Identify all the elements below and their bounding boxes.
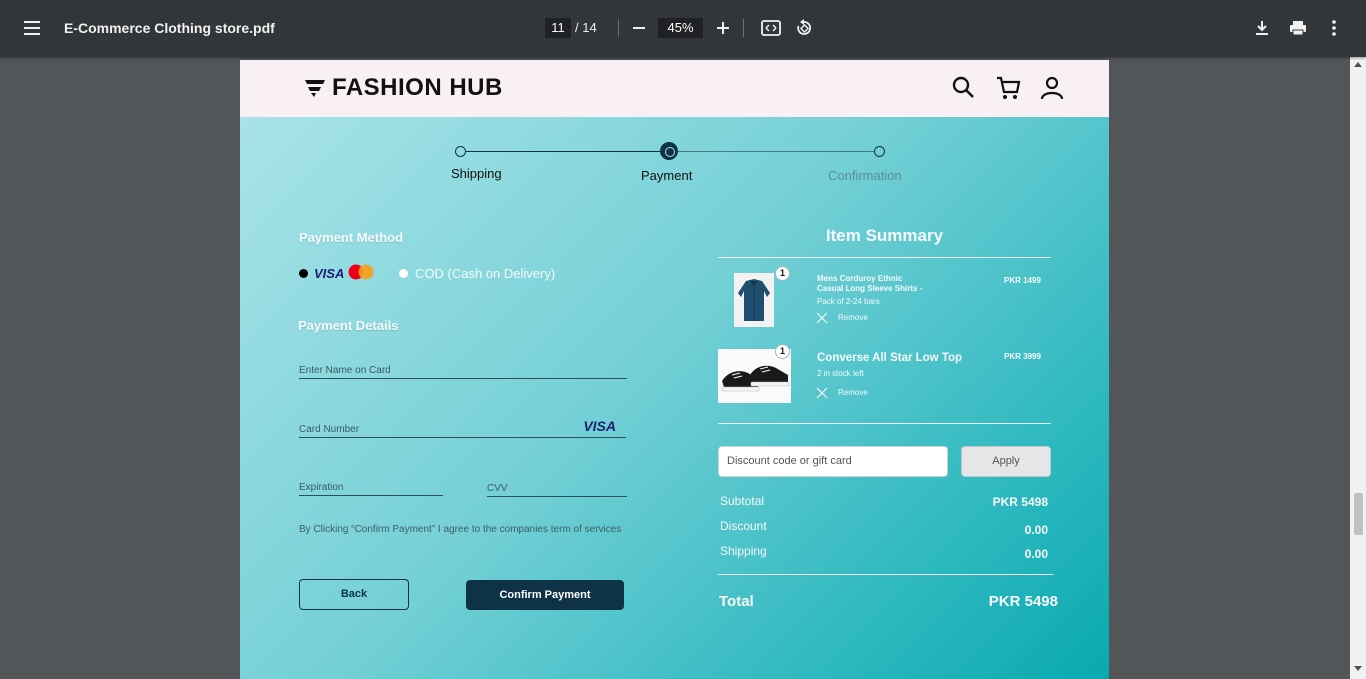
summary-divider — [718, 423, 1051, 424]
step-label-confirmation: Confirmation — [828, 168, 902, 183]
more-options-button[interactable] — [1322, 16, 1346, 40]
zoom-out-button[interactable] — [627, 16, 651, 40]
card-number-field[interactable]: Card Number VISA — [299, 415, 626, 438]
vertical-scrollbar[interactable] — [1350, 57, 1366, 679]
item-qty-badge: 1 — [775, 344, 790, 359]
remove-item-link[interactable]: Remove — [838, 388, 868, 397]
item-price: PKR 3999 — [1004, 352, 1041, 361]
subtotal-value: PKR 5498 — [992, 495, 1048, 509]
minus-icon — [633, 27, 645, 29]
cod-label: COD (Cash on Delivery) — [415, 266, 556, 281]
item-variant: 2 in stock left — [817, 369, 864, 378]
brand-logo-icon — [305, 80, 325, 97]
discount-value: 0.00 — [1024, 523, 1048, 537]
card-name-placeholder: Enter Name on Card — [299, 365, 391, 376]
step-dot-confirmation — [874, 146, 885, 157]
mastercard-icon — [348, 264, 374, 280]
rotate-icon — [797, 19, 812, 35]
item-qty-badge: 1 — [775, 266, 790, 281]
summary-divider — [718, 574, 1053, 575]
zoom-in-button[interactable] — [711, 16, 735, 40]
step-dot-payment — [660, 142, 678, 160]
cvv-field[interactable]: CVV — [487, 475, 627, 497]
visa-label: VISA — [314, 266, 345, 281]
card-number-placeholder: Card Number — [299, 424, 360, 435]
toolbar-divider — [618, 19, 619, 37]
fit-page-button[interactable] — [759, 16, 783, 40]
printer-icon — [1290, 21, 1306, 36]
pdf-toolbar: E-Commerce Clothing store.pdf 11 / 14 45… — [0, 0, 1366, 57]
discount-code-input[interactable]: Discount code or gift card — [718, 446, 948, 477]
brand-name: FASHION HUB — [332, 74, 503, 101]
payment-details-title: Payment Details — [298, 318, 399, 333]
apply-discount-button[interactable]: Apply — [961, 446, 1051, 477]
scroll-up-icon[interactable] — [1354, 62, 1362, 67]
payment-method-title: Payment Method — [299, 230, 404, 245]
zoom-input[interactable]: 45% — [658, 18, 703, 38]
plus-icon — [717, 22, 729, 34]
item-name: Mens Corduroy Ethnic Casual Long Sleeve … — [817, 274, 922, 294]
fit-to-page-icon — [761, 20, 781, 36]
rotate-button[interactable] — [792, 16, 816, 40]
step-label-payment: Payment — [641, 168, 693, 183]
visa-card-logo: VISA — [583, 418, 616, 434]
download-button[interactable] — [1250, 16, 1274, 40]
site-header: FASHION HUB — [240, 60, 1109, 117]
shipping-value: 0.00 — [1024, 547, 1048, 561]
menu-icon[interactable] — [18, 16, 46, 40]
shirt-image — [734, 273, 774, 327]
item-name: Converse All Star Low Top — [817, 352, 963, 364]
scroll-down-icon[interactable] — [1354, 666, 1362, 671]
step-connector — [466, 151, 660, 152]
item-name-line: Casual Long Sleeve Shirts - — [817, 284, 923, 293]
terms-text: By Clicking “Confirm Payment” I agree to… — [299, 524, 622, 535]
item-thumbnail-shirt — [734, 273, 774, 327]
back-button[interactable]: Back — [299, 579, 409, 610]
step-connector — [678, 151, 875, 152]
remove-x-icon[interactable] — [816, 387, 828, 399]
item-name-line: Mens Corduroy Ethnic — [817, 274, 903, 283]
more-vertical-icon — [1332, 20, 1336, 36]
pdf-page: FASHION HUB Shipping Payment Confirmatio… — [240, 60, 1109, 679]
toolbar-divider — [743, 19, 744, 37]
visa-radio[interactable] — [299, 269, 308, 278]
print-button[interactable] — [1286, 16, 1310, 40]
item-price: PKR 1499 — [1004, 276, 1041, 285]
discount-label: Discount — [720, 519, 767, 533]
expiration-placeholder: Expiration — [299, 482, 344, 493]
subtotal-label: Subtotal — [720, 494, 765, 508]
document-title: E-Commerce Clothing store.pdf — [64, 20, 275, 36]
item-summary-title: Item Summary — [825, 226, 944, 245]
card-name-field[interactable]: Enter Name on Card — [299, 357, 627, 379]
step-label-shipping: Shipping — [451, 166, 502, 181]
total-label: Total — [719, 593, 754, 610]
shipping-label: Shipping — [720, 544, 767, 558]
cvv-placeholder: CVV — [487, 483, 508, 494]
scrollbar-thumb[interactable] — [1354, 493, 1363, 535]
confirm-payment-button[interactable]: Confirm Payment — [466, 580, 624, 610]
cod-radio[interactable] — [399, 269, 408, 278]
page-total: / 14 — [575, 20, 597, 35]
download-icon — [1256, 21, 1268, 35]
total-value: PKR 5498 — [988, 593, 1058, 610]
remove-item-link[interactable]: Remove — [838, 313, 868, 322]
search-icon[interactable] — [951, 75, 977, 101]
step-dot-shipping — [455, 146, 466, 157]
expiration-field[interactable]: Expiration — [299, 474, 443, 496]
user-account-icon[interactable] — [1039, 75, 1065, 101]
checkout-section: Shipping Payment Confirmation Payment Me… — [240, 117, 1109, 679]
cart-icon[interactable] — [996, 75, 1022, 101]
summary-divider — [718, 257, 1051, 258]
item-variant: Pack of 2-24 bars — [817, 297, 880, 306]
page-number-input[interactable]: 11 — [545, 18, 571, 38]
remove-x-icon[interactable] — [816, 312, 828, 324]
